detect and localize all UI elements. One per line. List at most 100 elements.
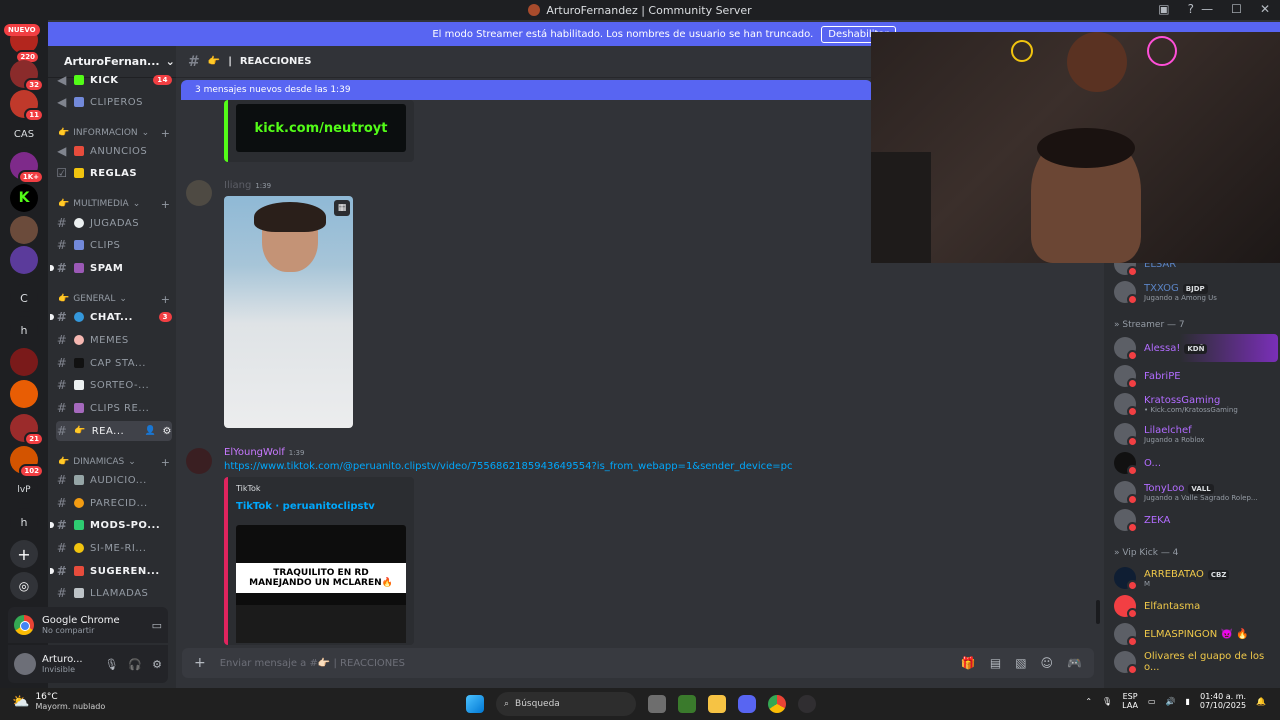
member-item[interactable]: ELMASPINGON 👿 🔥 bbox=[1114, 620, 1278, 648]
gallery-icon[interactable]: ▦ bbox=[334, 200, 350, 216]
channel-mods[interactable]: # MODS-PO... bbox=[50, 515, 172, 535]
microphone-icon[interactable]: 🎙 bbox=[1102, 697, 1112, 706]
add-server-icon[interactable]: + bbox=[10, 540, 38, 568]
channel-memes[interactable]: # MEMES bbox=[56, 330, 172, 350]
channel-kick[interactable]: ◀ KICK 14 bbox=[56, 70, 172, 90]
server-icon[interactable]: 11 bbox=[10, 90, 44, 122]
add-channel-icon[interactable]: + bbox=[161, 456, 170, 469]
embed-thumbnail[interactable]: TRAQUILITO EN RD MANEJANDO UN MCLAREN🔥 bbox=[236, 525, 406, 643]
home-server[interactable]: NUEVO 220 bbox=[4, 24, 40, 64]
server-icon[interactable]: 32 bbox=[10, 60, 44, 92]
category-informacion[interactable]: 👉 INFORMACION ⌄ + bbox=[58, 126, 170, 140]
channel-clipers[interactable]: ◀ CLIPEROS bbox=[56, 92, 172, 112]
member-item[interactable]: Elfantasma bbox=[1114, 592, 1278, 620]
server-icon[interactable]: 1K+ bbox=[10, 152, 44, 184]
microphone-icon[interactable]: 🎙 bbox=[104, 658, 118, 671]
avatar[interactable] bbox=[186, 448, 212, 474]
battery-icon[interactable]: ▮ bbox=[1186, 697, 1190, 706]
gif-icon[interactable]: ▤ bbox=[990, 656, 1001, 670]
obs-icon[interactable] bbox=[798, 695, 816, 713]
discover-icon[interactable]: ◎ bbox=[10, 572, 38, 600]
tiktok-link[interactable]: https://www.tiktok.com/@peruanito.clipst… bbox=[224, 461, 792, 472]
minimize-icon[interactable]: — bbox=[1201, 2, 1213, 16]
member-item[interactable]: KratossGaming • Kick.com/KratossGaming bbox=[1114, 390, 1278, 418]
message-author[interactable]: Iliang 1:39 bbox=[224, 180, 271, 191]
gear-icon[interactable]: ⚙ bbox=[152, 658, 162, 671]
notification-icon[interactable]: 🔔 bbox=[1256, 697, 1266, 706]
channel-audicio[interactable]: # AUDICIO... bbox=[56, 470, 172, 490]
embed-title[interactable]: TikTok · peruanitoclipstv bbox=[236, 501, 375, 512]
channel-clipsre[interactable]: # CLIPS RE... bbox=[56, 398, 172, 418]
minecraft-icon[interactable] bbox=[678, 695, 696, 713]
channel-reglas[interactable]: ☑ REGLAS bbox=[56, 163, 172, 183]
emoji-icon[interactable]: ☺ bbox=[1041, 656, 1054, 670]
channel-sugeren[interactable]: # SUGEREN... bbox=[50, 561, 172, 581]
language-indicator[interactable]: ESP LAA bbox=[1122, 692, 1138, 710]
add-channel-icon[interactable]: + bbox=[161, 127, 170, 140]
channel-jugadas[interactable]: # JUGADAS bbox=[56, 213, 172, 233]
headphones-icon[interactable]: 🎧 bbox=[128, 658, 142, 671]
apps-icon[interactable]: 🎮 bbox=[1067, 656, 1082, 670]
server-cas[interactable]: CAS bbox=[10, 120, 38, 148]
message-input[interactable]: Enviar mensaje a #👉🏻 | REACCIONES bbox=[220, 658, 405, 669]
member-item[interactable]: TonyLoo VALL Jugando a Valle Sagrado Role… bbox=[1114, 478, 1278, 506]
gift-icon[interactable]: 🎁 bbox=[961, 656, 976, 670]
server-c[interactable]: C bbox=[10, 284, 38, 312]
avatar[interactable] bbox=[186, 180, 212, 206]
channel-parecid[interactable]: # PARECID... bbox=[56, 493, 172, 513]
maximize-icon[interactable]: ☐ bbox=[1231, 2, 1242, 16]
message-composer[interactable]: + Enviar mensaje a #👉🏻 | REACCIONES 🎁 ▤ … bbox=[182, 648, 1094, 678]
server-icon[interactable] bbox=[10, 380, 38, 408]
server-icon[interactable] bbox=[10, 246, 38, 274]
server-icon[interactable]: 102 bbox=[10, 446, 44, 478]
start-icon[interactable] bbox=[466, 695, 484, 713]
explorer-icon[interactable] bbox=[708, 695, 726, 713]
member-item[interactable]: FabriPE bbox=[1114, 362, 1278, 390]
category-general[interactable]: 👉 GENERAL ⌄ + bbox=[58, 292, 170, 306]
discord-icon[interactable] bbox=[738, 695, 756, 713]
channel-sorteo[interactable]: # SORTEO-... bbox=[56, 375, 172, 395]
add-channel-icon[interactable]: + bbox=[161, 198, 170, 211]
channel-llamadas[interactable]: # LLAMADAS bbox=[56, 583, 172, 603]
category-multimedia[interactable]: 👉 MULTIMEDIA ⌄ + bbox=[58, 197, 170, 211]
message-author[interactable]: ElYoungWolf 1:39 bbox=[224, 447, 304, 458]
server-h2[interactable]: h bbox=[10, 508, 38, 536]
add-member-icon[interactable]: 👤 bbox=[145, 426, 157, 436]
channel-reacciones[interactable]: # 👉 REA... 👤 ⚙ bbox=[56, 421, 172, 441]
server-icon[interactable] bbox=[10, 348, 38, 376]
kick-server-icon[interactable]: K bbox=[10, 184, 38, 212]
channel-capsta[interactable]: # CAP STA... bbox=[56, 353, 172, 373]
stop-share-icon[interactable]: ▭ bbox=[152, 619, 162, 632]
taskview-icon[interactable] bbox=[648, 695, 666, 713]
category-dinamicas[interactable]: 👉 DINAMICAS ⌄ + bbox=[58, 455, 170, 469]
video-attachment[interactable]: ▦ bbox=[224, 196, 353, 428]
search-input[interactable]: ⌕ Búsqueda bbox=[496, 692, 636, 716]
new-messages-bar[interactable]: 3 mensajes nuevos desde las 1:39 bbox=[181, 80, 872, 100]
channel-clips[interactable]: # CLIPS bbox=[56, 235, 172, 255]
channel-anuncios[interactable]: ◀ ANUNCIOS bbox=[56, 141, 172, 161]
channel-sime[interactable]: # SI-ME-RI... bbox=[56, 538, 172, 558]
add-channel-icon[interactable]: + bbox=[161, 293, 170, 306]
sticker-icon[interactable]: ▧ bbox=[1015, 656, 1026, 670]
chrome-taskbar-icon[interactable] bbox=[768, 695, 786, 713]
clock[interactable]: 01:40 a. m. 07/10/2025 bbox=[1200, 692, 1246, 710]
channel-spam[interactable]: # SPAM bbox=[50, 258, 172, 278]
close-window-icon[interactable]: ✕ bbox=[1260, 2, 1270, 16]
member-item[interactable]: O... bbox=[1114, 449, 1278, 477]
member-item[interactable]: ZEKA bbox=[1114, 506, 1278, 534]
network-icon[interactable]: ▭ bbox=[1148, 697, 1156, 706]
member-item[interactable]: TXXOG BJDP Jugando a Among Us bbox=[1114, 278, 1278, 306]
server-lvp[interactable]: lvP bbox=[10, 476, 38, 504]
volume-icon[interactable]: 🔊 bbox=[1166, 697, 1176, 706]
member-item[interactable]: ARREBATAO CBZ M bbox=[1114, 564, 1278, 592]
member-item[interactable]: Lilaelchef Jugando a Roblox bbox=[1114, 420, 1278, 448]
avatar[interactable] bbox=[14, 653, 36, 675]
weather-widget[interactable]: ⛅ 16°C Mayorm. nublado bbox=[12, 692, 105, 711]
chat-scrollbar[interactable] bbox=[1096, 600, 1100, 624]
chevron-up-icon[interactable]: ⌃ bbox=[1085, 697, 1092, 706]
kick-embed-image[interactable]: kick.com/neutroyt bbox=[236, 104, 406, 152]
server-h[interactable]: h bbox=[10, 316, 38, 344]
server-icon[interactable] bbox=[10, 216, 38, 244]
channel-chat[interactable]: # CHAT... 3 bbox=[50, 307, 172, 327]
member-item[interactable]: Alessa! KDÑ bbox=[1114, 334, 1278, 362]
